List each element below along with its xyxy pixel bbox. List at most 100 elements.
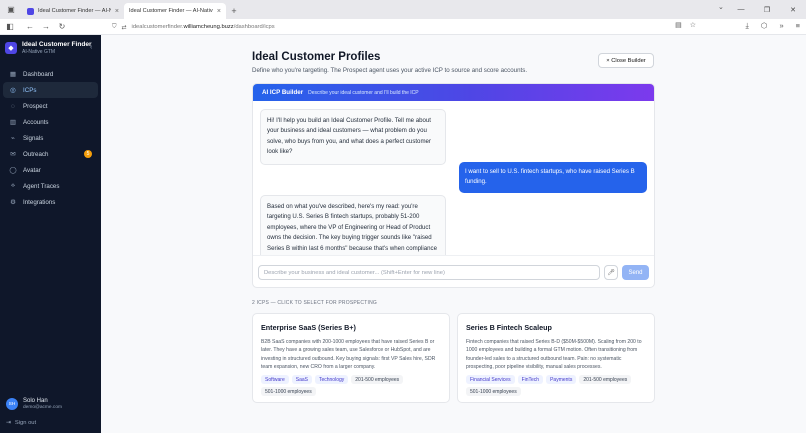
- microphone-icon[interactable]: 🎤︎: [604, 265, 618, 280]
- assistant-message: Based on what you've described, here's m…: [260, 195, 446, 255]
- user-profile[interactable]: SH Solo Han demo@acme.com: [6, 398, 62, 410]
- close-builder-button[interactable]: × Close Builder: [598, 53, 654, 68]
- user-icon: ◯: [9, 167, 17, 174]
- sign-out-label: Sign out: [14, 420, 37, 426]
- building-icon: ▥: [9, 119, 17, 126]
- brand: ◆ Ideal Customer Finder AI-Native GTM: [5, 41, 92, 55]
- browser-tab-2[interactable]: Ideal Customer Finder — AI-Native ×: [124, 3, 226, 19]
- target-icon: ◎: [10, 87, 16, 94]
- trace-icon: ⟡: [10, 182, 16, 189]
- close-tab-icon[interactable]: ×: [115, 8, 119, 15]
- window-controls: — ❐ ✕: [728, 0, 806, 19]
- send-button[interactable]: Send: [622, 265, 649, 280]
- sidebar-item-outreach[interactable]: ✉ Outreach 5: [3, 146, 98, 162]
- outreach-count-badge: 5: [84, 150, 92, 158]
- sidebar-item-label: Dashboard: [23, 70, 54, 78]
- tab-overview-icon[interactable]: ▣: [0, 0, 22, 19]
- icp-card-series-b-fintech[interactable]: Series B Fintech Scaleup Fintech compani…: [457, 313, 655, 403]
- bookmark-star-icon[interactable]: ☆: [690, 21, 696, 29]
- download-icon[interactable]: ⤓: [746, 21, 749, 31]
- site-info-icon[interactable]: ⇄: [122, 24, 127, 31]
- icp-card-enterprise-saas[interactable]: Enterprise SaaS (Series B+) B2B SaaS com…: [252, 313, 450, 403]
- address-bar[interactable]: ⛉ ⇄ idealcustomerfinder.williamcheung.bu…: [112, 21, 696, 33]
- extensions-icon[interactable]: ⬡: [761, 21, 768, 31]
- brand-subtitle: AI-Native GTM: [22, 49, 56, 55]
- brand-logo-icon: ◆: [5, 42, 17, 54]
- reload-icon[interactable]: ↻: [54, 22, 70, 31]
- window-close-icon[interactable]: ✕: [780, 6, 806, 14]
- forward-icon[interactable]: →: [38, 22, 54, 31]
- menu-icon[interactable]: ≡: [796, 21, 800, 31]
- collapse-sidebar-icon[interactable]: ‹: [90, 44, 92, 51]
- sidebar-toggle-icon[interactable]: ◧: [2, 22, 18, 31]
- chat-input[interactable]: Describe your business and ideal custome…: [258, 265, 600, 280]
- page-title: Ideal Customer Profiles: [252, 51, 381, 63]
- tab-title: Ideal Customer Finder — AI-Native: [38, 8, 111, 14]
- icp-card-description: Fintech companies that raised Series B-D…: [466, 339, 642, 370]
- builder-title: AI ICP Builder: [262, 89, 304, 96]
- reader-mode-icon[interactable]: ▤: [675, 21, 682, 29]
- main-content: Ideal Customer Profiles Define who you'r…: [101, 35, 806, 433]
- icp-card-description: B2B SaaS companies with 200-1000 employe…: [261, 339, 436, 370]
- sidebar-item-label: Integrations: [23, 198, 56, 206]
- favicon-icon: [27, 7, 34, 15]
- sign-out-link[interactable]: ⇥ Sign out: [6, 420, 36, 426]
- sidebar-item-integrations[interactable]: ⚙ Integrations: [3, 194, 98, 210]
- brand-title: Ideal Customer Finder: [22, 41, 92, 48]
- icp-tag: 201-500 employees: [351, 375, 404, 385]
- sidebar-item-label: Prospect: [23, 102, 48, 110]
- sidebar-item-icps[interactable]: ◎ ICPs: [3, 82, 98, 98]
- sidebar-item-agent-traces[interactable]: ⟡ Agent Traces: [3, 178, 98, 194]
- signal-icon: ⌁: [11, 135, 15, 142]
- sidebar-item-signals[interactable]: ⌁ Signals: [3, 130, 98, 146]
- back-icon[interactable]: ←: [22, 22, 38, 31]
- page-subtitle: Define who you're targeting. The Prospec…: [252, 67, 528, 74]
- sign-out-icon: ⇥: [6, 420, 11, 426]
- shield-icon: ⛉: [112, 23, 117, 30]
- user-email: demo@acme.com: [23, 405, 62, 410]
- builder-header: AI ICP Builder Describe your ideal custo…: [253, 84, 654, 101]
- icp-tag: FinTech: [517, 375, 544, 385]
- mail-icon: ✉: [10, 151, 16, 158]
- minimize-icon[interactable]: —: [728, 6, 754, 13]
- sidebar-item-dashboard[interactable]: ▦ Dashboard: [3, 66, 98, 82]
- plug-icon: ⚙: [10, 199, 16, 206]
- icp-card-title: Enterprise SaaS (Series B+): [261, 323, 356, 332]
- sidebar-item-label: Avatar: [23, 166, 41, 174]
- sidebar-item-label: Agent Traces: [23, 182, 60, 190]
- browser-tab-1[interactable]: Ideal Customer Finder — AI-Native ×: [22, 3, 124, 19]
- tab-title: Ideal Customer Finder — AI-Native: [129, 8, 213, 14]
- close-tab-icon[interactable]: ×: [217, 8, 221, 15]
- sidebar-nav: ▦ Dashboard ◎ ICPs ◌ Prospect ▥ Accounts…: [3, 66, 98, 210]
- sidebar-item-avatar[interactable]: ◯ Avatar: [3, 162, 98, 178]
- maximize-icon[interactable]: ❐: [754, 6, 780, 14]
- icp-tag: Technology: [314, 375, 349, 385]
- sidebar-item-label: Accounts: [23, 118, 49, 126]
- sidebar-item-label: ICPs: [23, 86, 37, 94]
- sidebar-item-label: Outreach: [23, 150, 49, 158]
- sidebar-item-prospect[interactable]: ◌ Prospect: [3, 98, 98, 114]
- icp-tag: Financial Services: [466, 375, 515, 385]
- assistant-message: Hi! I'll help you build an Ideal Custome…: [260, 109, 446, 165]
- icp-tag: 201-500 employees: [579, 375, 632, 385]
- icp-tag: Payments: [546, 375, 577, 385]
- icp-builder-panel: AI ICP Builder Describe your ideal custo…: [252, 83, 655, 288]
- icp-tag: SaaS: [291, 375, 312, 385]
- user-message: I want to sell to U.S. fintech startups,…: [459, 162, 647, 193]
- builder-subtitle: Describe your ideal customer and I'll bu…: [308, 89, 419, 96]
- tab-list-chevron-icon[interactable]: ⌄: [718, 3, 724, 11]
- icp-card-title: Series B Fintech Scaleup: [466, 323, 552, 332]
- overflow-chevron-icon[interactable]: »: [779, 21, 783, 31]
- compass-icon: ◌: [11, 102, 15, 110]
- chat-thread[interactable]: Hi! I'll help you build an Ideal Custome…: [253, 101, 654, 255]
- chat-input-row: Describe your business and ideal custome…: [253, 255, 654, 287]
- icp-tag-list: Financial Services FinTech Payments 201-…: [466, 375, 646, 397]
- icp-tag: 501-1000 employees: [261, 387, 316, 397]
- icp-tag: 501-1000 employees: [466, 387, 521, 397]
- browser-tab-bar: ▣ Ideal Customer Finder — AI-Native × Id…: [0, 0, 806, 19]
- new-tab-icon[interactable]: +: [226, 3, 242, 19]
- browser-nav-bar: ◧ ← → ↻ ⛉ ⇄ idealcustomerfinder.williamc…: [0, 19, 806, 35]
- sidebar-item-accounts[interactable]: ▥ Accounts: [3, 114, 98, 130]
- grid-icon: ▦: [9, 71, 17, 78]
- url-text: idealcustomerfinder.williamcheung.buzz/d…: [131, 24, 275, 30]
